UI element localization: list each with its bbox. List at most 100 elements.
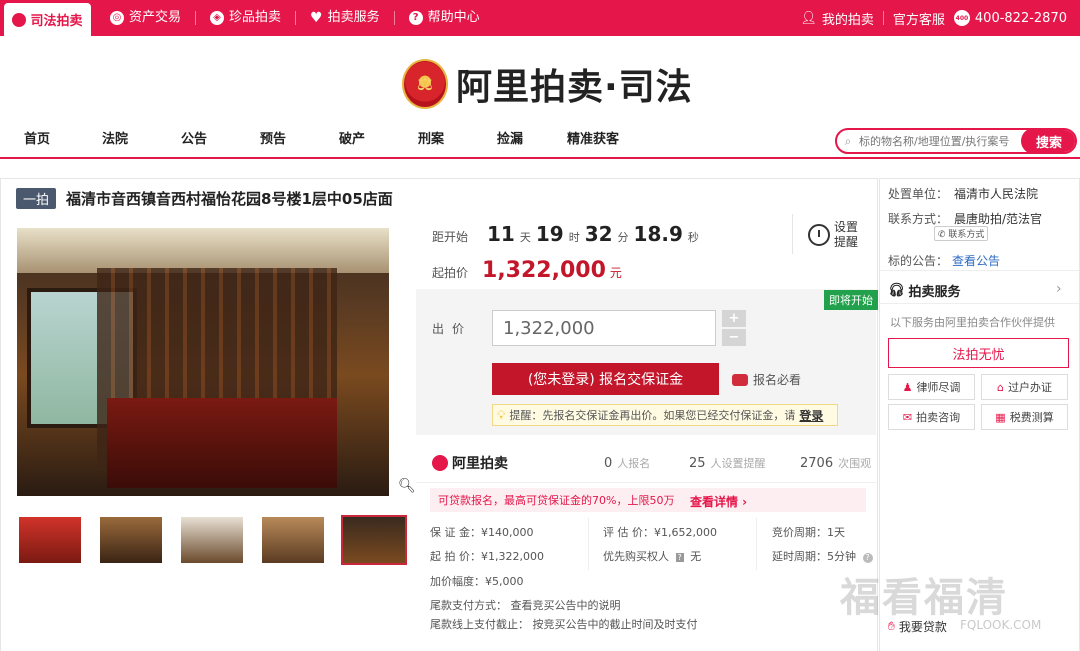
nav-help-center[interactable]: ? 帮助中心 <box>395 11 494 25</box>
gavel-icon <box>12 12 27 27</box>
start-price-label: 起拍价 <box>432 266 469 280</box>
transfer-button[interactable]: ⌂ 过户办证 <box>981 374 1068 400</box>
photo-table <box>107 398 337 488</box>
divider <box>588 518 589 570</box>
service-header[interactable]: 🎧︎ 拍卖服务 <box>888 281 961 300</box>
contact-button[interactable]: ✆ 联系方式 <box>934 226 989 241</box>
bid-amount-input[interactable]: 1,322,000 <box>492 310 716 346</box>
loan-banner: 可贷款报名，最高可贷保证金的70%，上限50万 查看详情 › <box>430 488 866 512</box>
countdown-minutes: 32 <box>584 222 613 246</box>
start-price-row: 起拍价 1,322,000 元 <box>432 258 622 283</box>
phone-icon: ✆ <box>938 230 946 240</box>
nav-home[interactable]: 首页 <box>0 125 74 155</box>
thumbnail-selected[interactable] <box>341 515 407 565</box>
asset-icon: ◎ <box>110 11 124 25</box>
my-auction-link[interactable]: 👤︎ 我的拍卖 <box>791 9 883 28</box>
item-title: 福清市音西镇音西村福怡花园8号楼1层中05店面 <box>66 190 393 208</box>
phone-icon: 400 <box>953 10 970 26</box>
priority-info: 优先购买权人 ? 无 <box>603 550 702 563</box>
zoom-icon[interactable]: 🔍︎ <box>398 478 416 494</box>
reminder-count: 25 人设置提醒 <box>689 456 766 471</box>
tab-judicial-auction-label: 司法拍卖 <box>30 14 83 29</box>
login-link[interactable]: 登录 <box>799 407 823 424</box>
thumbnail[interactable] <box>179 515 245 565</box>
view-count: 2706 次围观 <box>800 456 872 471</box>
site-logo[interactable]: ⚖ 阿里拍卖·司法 <box>402 58 693 110</box>
nav-bankruptcy[interactable]: 破产 <box>314 125 390 155</box>
main-nav: 首页 法院 公告 预告 破产 刑案 捡漏 精准获客 ⌕ 搜索 <box>0 125 1080 159</box>
official-service-link[interactable]: 官方客服 <box>884 9 954 28</box>
login-tip: 💡︎ 提醒：先报名交保证金再出价。如果您已经交付保证金，请 登录 <box>492 404 838 426</box>
cycle-info: 竞价周期：1天 <box>772 526 845 539</box>
disposal-unit: 处置单位： 福清市人民法院 <box>888 187 1039 201</box>
thumbnail[interactable] <box>17 515 83 565</box>
watermark-url: FQLOOK.COM <box>960 618 1042 632</box>
search-input[interactable] <box>859 130 1021 152</box>
divider <box>792 214 793 254</box>
countdown-label: 距开始 <box>432 230 469 244</box>
tab-judicial-auction[interactable]: 司法拍卖 <box>4 3 91 36</box>
ali-auction-icon <box>432 455 448 471</box>
thumbnail-strip <box>17 515 407 565</box>
court-emblem-icon: ⚖ <box>402 59 448 109</box>
set-reminder-button[interactable]: 设置提醒 <box>808 220 860 250</box>
nav-preview[interactable]: 预告 <box>232 125 314 155</box>
nav-notice[interactable]: 公告 <box>156 125 232 155</box>
consult-button[interactable]: ✉ 拍卖咨询 <box>888 404 975 430</box>
tax-calc-button[interactable]: ▦ 税费测算 <box>981 404 1068 430</box>
question-icon[interactable]: ? <box>862 553 873 563</box>
nav-treasure-auction[interactable]: ◈ 珍品拍卖 <box>196 11 297 25</box>
must-read-link[interactable]: 报名必看 <box>732 371 801 388</box>
start-price-info: 起 拍 价：¥1,322,000 <box>430 550 544 563</box>
service-note: 以下服务由阿里拍卖合作伙伴提供 <box>890 316 1055 329</box>
coins-icon <box>732 373 748 386</box>
delay-info: 延时周期：5分钟 ? <box>772 548 873 564</box>
view-details-link[interactable]: 查看详情 › <box>690 493 747 510</box>
item-title-row: 一拍 福清市音西镇音西村福怡花园8号楼1层中05店面 <box>16 188 393 209</box>
divider <box>880 303 1079 304</box>
divider <box>880 270 1079 271</box>
main-photo[interactable] <box>17 228 389 496</box>
nav-auction-service[interactable]: ♥ 拍卖服务 <box>296 11 395 25</box>
contact-info: 联系方式： 晨唐助拍/范法官 <box>888 212 1043 226</box>
nav-bargain[interactable]: 捡漏 <box>472 125 548 155</box>
nav-asset-trading[interactable]: ◎ 资产交易 <box>96 11 197 25</box>
countdown-seconds: 18.9 <box>633 222 683 246</box>
nav-precise-leads[interactable]: 精准获客 <box>548 125 638 155</box>
divider <box>756 518 757 570</box>
treasure-icon: ◈ <box>210 11 225 25</box>
start-price-value: 1,322,000 <box>482 258 606 283</box>
item-notice: 标的公告： 查看公告 <box>888 254 1001 268</box>
bid-label: 出价 <box>432 322 473 336</box>
watermark: 福看福清 <box>840 575 1008 621</box>
countdown-days: 11 <box>487 222 515 246</box>
house-icon: ⌂ <box>997 380 1004 394</box>
chat-icon: ✉ <box>902 410 913 424</box>
logo-text: 阿里拍卖·司法 <box>456 67 693 108</box>
decrease-bid-button[interactable]: − <box>722 329 746 346</box>
thumbnail[interactable] <box>260 515 326 565</box>
round-tag: 一拍 <box>16 188 57 209</box>
legal-worry-free-button[interactable]: 法拍无忧 <box>888 338 1069 368</box>
status-badge: 即将开始 <box>824 290 878 310</box>
increase-bid-button[interactable]: + <box>722 310 746 327</box>
nav-criminal[interactable]: 刑案 <box>390 125 472 155</box>
countdown: 距开始 11 天 19 时 32 分 18.9 秒 <box>432 222 699 246</box>
chevron-right-icon[interactable]: › <box>1056 281 1062 297</box>
help-icon[interactable]: ? <box>675 553 684 562</box>
headset-icon: 🎧︎ <box>888 283 905 298</box>
help-icon: ? <box>408 11 423 25</box>
alarm-clock-icon <box>808 224 830 246</box>
signup-deposit-button[interactable]: (您未登录) 报名交保证金 <box>492 363 719 395</box>
signup-count: 0 人报名 <box>604 456 651 471</box>
increment-info: 加价幅度：¥5,000 <box>430 575 524 588</box>
lawyer-icon: ♟ <box>902 380 913 394</box>
lawyer-diligence-button[interactable]: ♟ 律师尽调 <box>888 374 975 400</box>
search-button[interactable]: 搜索 <box>1021 130 1075 152</box>
view-notice-link[interactable]: 查看公告 <box>952 254 1000 268</box>
thumbnail[interactable] <box>98 515 164 565</box>
nav-court[interactable]: 法院 <box>74 125 156 155</box>
countdown-hours: 19 <box>535 222 564 246</box>
appraisal-info: 评 估 价：¥1,652,000 <box>603 526 717 539</box>
top-nav: ◎ 资产交易 ◈ 珍品拍卖 ♥ 拍卖服务 ? 帮助中心 <box>96 0 494 36</box>
